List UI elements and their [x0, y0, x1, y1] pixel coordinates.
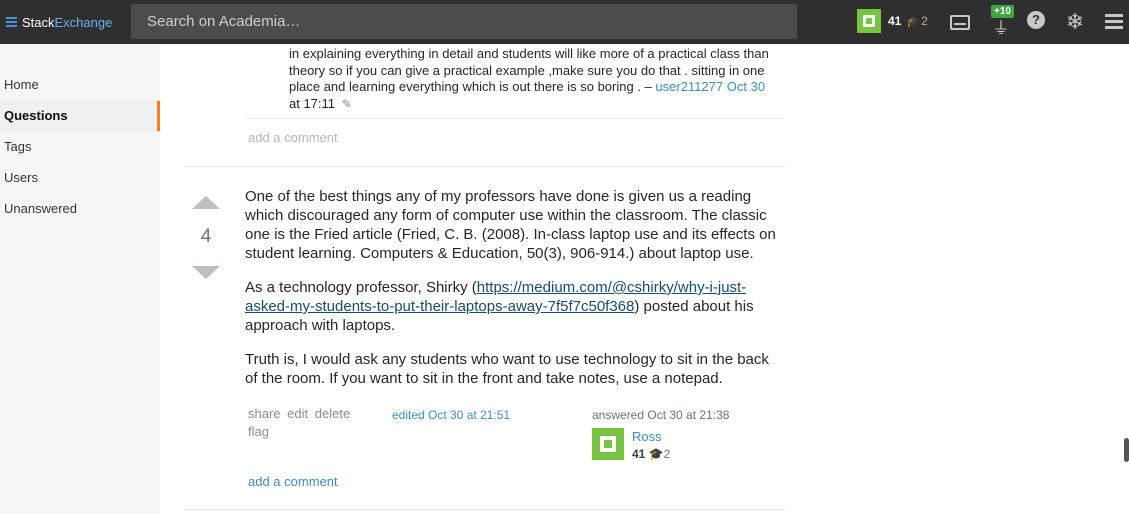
stackexchange-logo[interactable]: StackExchange	[6, 14, 112, 30]
sidebar-item-users[interactable]: Users	[0, 163, 160, 193]
edit-link[interactable]: edit	[287, 406, 308, 421]
bronze-badge-icon: 🎓	[906, 15, 921, 28]
comment-time: at 17:11	[289, 95, 336, 111]
search-input[interactable]: Search on Academia…	[131, 4, 797, 39]
add-comment-link[interactable]: add a comment	[248, 474, 338, 489]
edited-link[interactable]: edited Oct 30 at 21:51	[392, 408, 510, 422]
avatar	[857, 9, 881, 33]
sidebar-item-tags[interactable]: Tags	[0, 132, 160, 162]
user-reputation: 41	[888, 14, 902, 28]
scrollbar-thumb[interactable]	[1124, 438, 1129, 462]
sidebar-item-home[interactable]: Home	[0, 70, 160, 100]
comment-user-link[interactable]: user211277	[655, 79, 723, 94]
share-link[interactable]: share	[248, 406, 281, 421]
sidebar-item-questions[interactable]: Questions	[0, 101, 160, 131]
answer-body: One of the best things any of my profess…	[245, 187, 785, 403]
post-menu: share edit delete flag	[248, 405, 368, 441]
hamburger-icon	[6, 16, 17, 28]
achievements-icon[interactable]: ⏚	[990, 18, 1012, 40]
left-sidebar: Home Questions Tags Users Unanswered	[0, 44, 160, 514]
vote-count: 4	[200, 226, 212, 247]
inbox-icon[interactable]	[950, 11, 972, 33]
user-profile-link[interactable]: 41 🎓 2	[857, 9, 928, 33]
comment-date-link[interactable]: Oct 30	[727, 79, 765, 94]
owner-name-link[interactable]: Ross	[632, 429, 662, 444]
upvote-icon[interactable]	[192, 196, 220, 209]
comment: in explaining everything in detail and s…	[289, 46, 779, 112]
top-bar: StackExchange Search on Academia… 41 🎓 2…	[0, 0, 1129, 44]
avatar[interactable]	[592, 428, 624, 460]
answer-paragraph: Truth is, I would ask any students who w…	[245, 351, 769, 387]
flag-link[interactable]: flag	[248, 424, 269, 439]
badge-count: 2	[921, 14, 928, 28]
answer-paragraph: As a technology professor, Shirky (https…	[245, 279, 754, 334]
divider	[184, 166, 785, 167]
bronze-badge-icon: 🎓	[648, 447, 664, 461]
divider	[246, 118, 784, 119]
answer-paragraph: One of the best things any of my profess…	[245, 188, 776, 262]
downvote-icon[interactable]	[192, 266, 220, 279]
help-icon[interactable]: ?	[1027, 11, 1049, 33]
stackexchange-icon[interactable]: ❄	[1064, 11, 1086, 33]
sidebar-item-unanswered[interactable]: Unanswered	[0, 194, 160, 224]
delete-link[interactable]: delete	[315, 406, 350, 421]
answered-time: answered Oct 30 at 21:38	[592, 408, 730, 422]
achievements-delta-badge: +10	[991, 5, 1014, 18]
edit-pencil-icon[interactable]: ✎	[342, 96, 352, 113]
divider	[184, 509, 785, 510]
add-comment-link[interactable]: add a comment	[248, 130, 338, 145]
menu-icon[interactable]	[1103, 11, 1125, 33]
owner-reputation: 41 🎓2	[632, 447, 671, 461]
brand-name: StackExchange	[22, 14, 113, 30]
